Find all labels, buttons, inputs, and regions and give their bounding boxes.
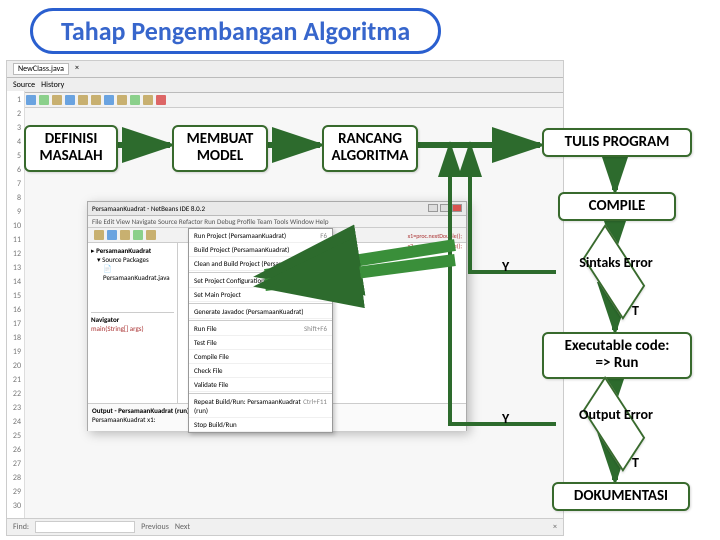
context-menu-item[interactable]: Set Project Configuration▶: [189, 274, 332, 288]
line-gutter: 1234567891011121314151617181920212223242…: [7, 91, 25, 529]
find-label: Find:: [13, 522, 29, 532]
node-rancang-algoritma: RANCANG ALGORITMA: [322, 125, 418, 172]
maximize-icon[interactable]: [440, 204, 450, 212]
subtabs: Source History: [7, 78, 563, 93]
toolbar-icon[interactable]: [117, 95, 127, 105]
node-label: Executable code: => Run: [565, 338, 670, 373]
context-menu-item[interactable]: Set Main Project▶: [189, 288, 332, 302]
toolbar-icon[interactable]: [130, 95, 140, 105]
tree-root[interactable]: PersamaanKuadrat: [96, 246, 151, 255]
record-icon[interactable]: [156, 95, 166, 105]
tree-class[interactable]: PersamaanKuadrat.java: [103, 273, 170, 282]
save-icon[interactable]: [120, 230, 130, 240]
context-menu-item[interactable]: Build Project (PersamaanKuadrat)F11: [189, 243, 332, 257]
node-label: DOKUMENTASI: [574, 488, 668, 505]
context-menu-item[interactable]: Generate Javadoc (PersamaanKuadrat): [189, 305, 332, 319]
new-icon[interactable]: [94, 230, 104, 240]
toolbar-icon[interactable]: [91, 95, 101, 105]
close-icon[interactable]: [452, 204, 462, 212]
code-line: x1=proc.nextDouble();: [408, 232, 462, 240]
context-menu-item[interactable]: Repeat Build/Run: PersamaanKuadrat (run)…: [189, 395, 332, 418]
context-menu: Run Project (PersamaanKuadrat)F6Build Pr…: [188, 228, 333, 433]
tab-history[interactable]: History: [41, 80, 64, 90]
find-input[interactable]: [35, 521, 135, 533]
find-prev[interactable]: Previous: [141, 522, 169, 532]
tab-source[interactable]: Source: [13, 80, 35, 90]
node-label: MEMBUAT MODEL: [187, 131, 254, 166]
node-definisi-masalah: DEFINISI MASALAH: [24, 125, 118, 172]
node-label: RANCANG ALGORITMA: [332, 131, 409, 166]
close-icon[interactable]: ×: [75, 63, 79, 75]
toolbar-icon[interactable]: [78, 95, 88, 105]
file-tab[interactable]: NewClass.java: [13, 63, 69, 75]
context-menu-item[interactable]: Run FileShift+F6: [189, 322, 332, 336]
node-label: COMPILE: [589, 198, 646, 215]
node-dokumentasi: DOKUMENTASI: [552, 482, 690, 511]
node-compile: COMPILE: [558, 192, 676, 221]
toolbar-icon[interactable]: [52, 95, 62, 105]
page-title: Tahap Pengembangan Algoritma: [61, 15, 410, 47]
find-bar: Find: Previous Next ×: [6, 518, 564, 536]
context-menu-item[interactable]: Run Project (PersamaanKuadrat)F6: [189, 229, 332, 243]
run-icon[interactable]: [133, 230, 143, 240]
toolbar-icon[interactable]: [104, 95, 114, 105]
inner-editor: Run Project (PersamaanKuadrat)F6Build Pr…: [178, 243, 466, 403]
node-output-error: [583, 376, 645, 472]
inner-titlebar: PersamaanKuadrat - NetBeans IDE 8.0.2: [88, 202, 466, 216]
context-menu-item[interactable]: Check File: [189, 364, 332, 378]
node-membuat-model: MEMBUAT MODEL: [172, 125, 268, 172]
edge-label-t2: T: [632, 454, 639, 471]
navigator-title: Navigator: [91, 315, 119, 324]
find-next[interactable]: Next: [175, 522, 190, 532]
context-menu-item[interactable]: Stop Build/Run: [189, 418, 332, 432]
navigator-item[interactable]: main(String[] args): [91, 324, 144, 333]
open-icon[interactable]: [107, 230, 117, 240]
toolbar-icon[interactable]: [26, 95, 36, 105]
title-container: Tahap Pengembangan Algoritma: [0, 0, 720, 60]
toolbar-icon[interactable]: [143, 95, 153, 105]
code-line: x2=proc.nextDouble();: [408, 242, 462, 250]
close-icon[interactable]: ×: [553, 522, 557, 532]
inner-title: PersamaanKuadrat - NetBeans IDE 8.0.2: [92, 204, 205, 213]
edge-label-t1: T: [632, 302, 639, 319]
context-menu-item[interactable]: Test File: [189, 336, 332, 350]
context-menu-item[interactable]: Validate File: [189, 378, 332, 392]
toolbar-icon[interactable]: [65, 95, 75, 105]
output-text: PersamaanKuadrat x1:: [92, 415, 156, 424]
inner-menubar[interactable]: File Edit View Navigate Source Refactor …: [88, 216, 466, 228]
node-tulis-program: TULIS PROGRAM: [542, 128, 692, 157]
build-icon[interactable]: [146, 230, 156, 240]
toolbar-icon[interactable]: [39, 95, 49, 105]
tree-pkg[interactable]: Source Packages: [102, 255, 149, 264]
node-sintaks-error: [583, 224, 645, 320]
minimize-icon[interactable]: [428, 204, 438, 212]
context-menu-item[interactable]: Clean and Build Project (PersamaanKuadra…: [189, 257, 332, 271]
project-tree[interactable]: ▸ PersamaanKuadrat ▾ Source Packages 📄 P…: [88, 243, 178, 403]
node-label: TULIS PROGRAM: [565, 134, 670, 151]
title-pill: Tahap Pengembangan Algoritma: [30, 8, 441, 54]
editor-toolbar: [7, 93, 563, 108]
context-menu-item[interactable]: Compile File: [189, 350, 332, 364]
node-label: DEFINISI MASALAH: [39, 131, 102, 166]
editor-tabs: NewClass.java ×: [7, 61, 563, 78]
node-executable-run: Executable code: => Run: [542, 332, 692, 379]
inner-body: ▸ PersamaanKuadrat ▾ Source Packages 📄 P…: [88, 243, 466, 403]
output-tab[interactable]: Output - PersamaanKuadrat (run): [92, 406, 189, 415]
inner-ide-window: PersamaanKuadrat - NetBeans IDE 8.0.2 Fi…: [87, 201, 467, 431]
